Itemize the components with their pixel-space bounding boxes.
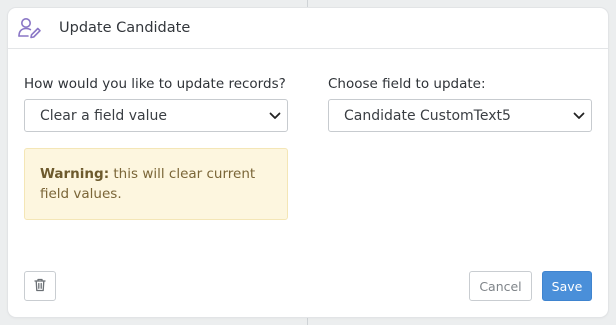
delete-button[interactable] (24, 271, 56, 301)
warning-box: Warning: this will clear current field v… (24, 148, 288, 220)
update-candidate-dialog: Update Candidate How would you like to u… (8, 8, 608, 317)
cancel-button[interactable]: Cancel (469, 271, 532, 301)
dialog-title: Update Candidate (59, 20, 191, 36)
user-edit-icon (16, 15, 42, 41)
field-label: Choose field to update: (328, 76, 486, 92)
update-method-select[interactable]: Clear a field value (24, 99, 288, 132)
chevron-down-icon (567, 112, 591, 120)
field-value: Candidate CustomText5 (344, 107, 511, 124)
update-method-value: Clear a field value (40, 107, 167, 124)
update-method-label: How would you like to update records? (24, 76, 286, 92)
trash-icon (34, 277, 46, 296)
dialog-header: Update Candidate (8, 8, 608, 49)
warning-title: Warning: (40, 166, 110, 182)
chevron-down-icon (263, 112, 287, 120)
save-button[interactable]: Save (542, 271, 592, 301)
field-select[interactable]: Candidate CustomText5 (328, 99, 592, 132)
